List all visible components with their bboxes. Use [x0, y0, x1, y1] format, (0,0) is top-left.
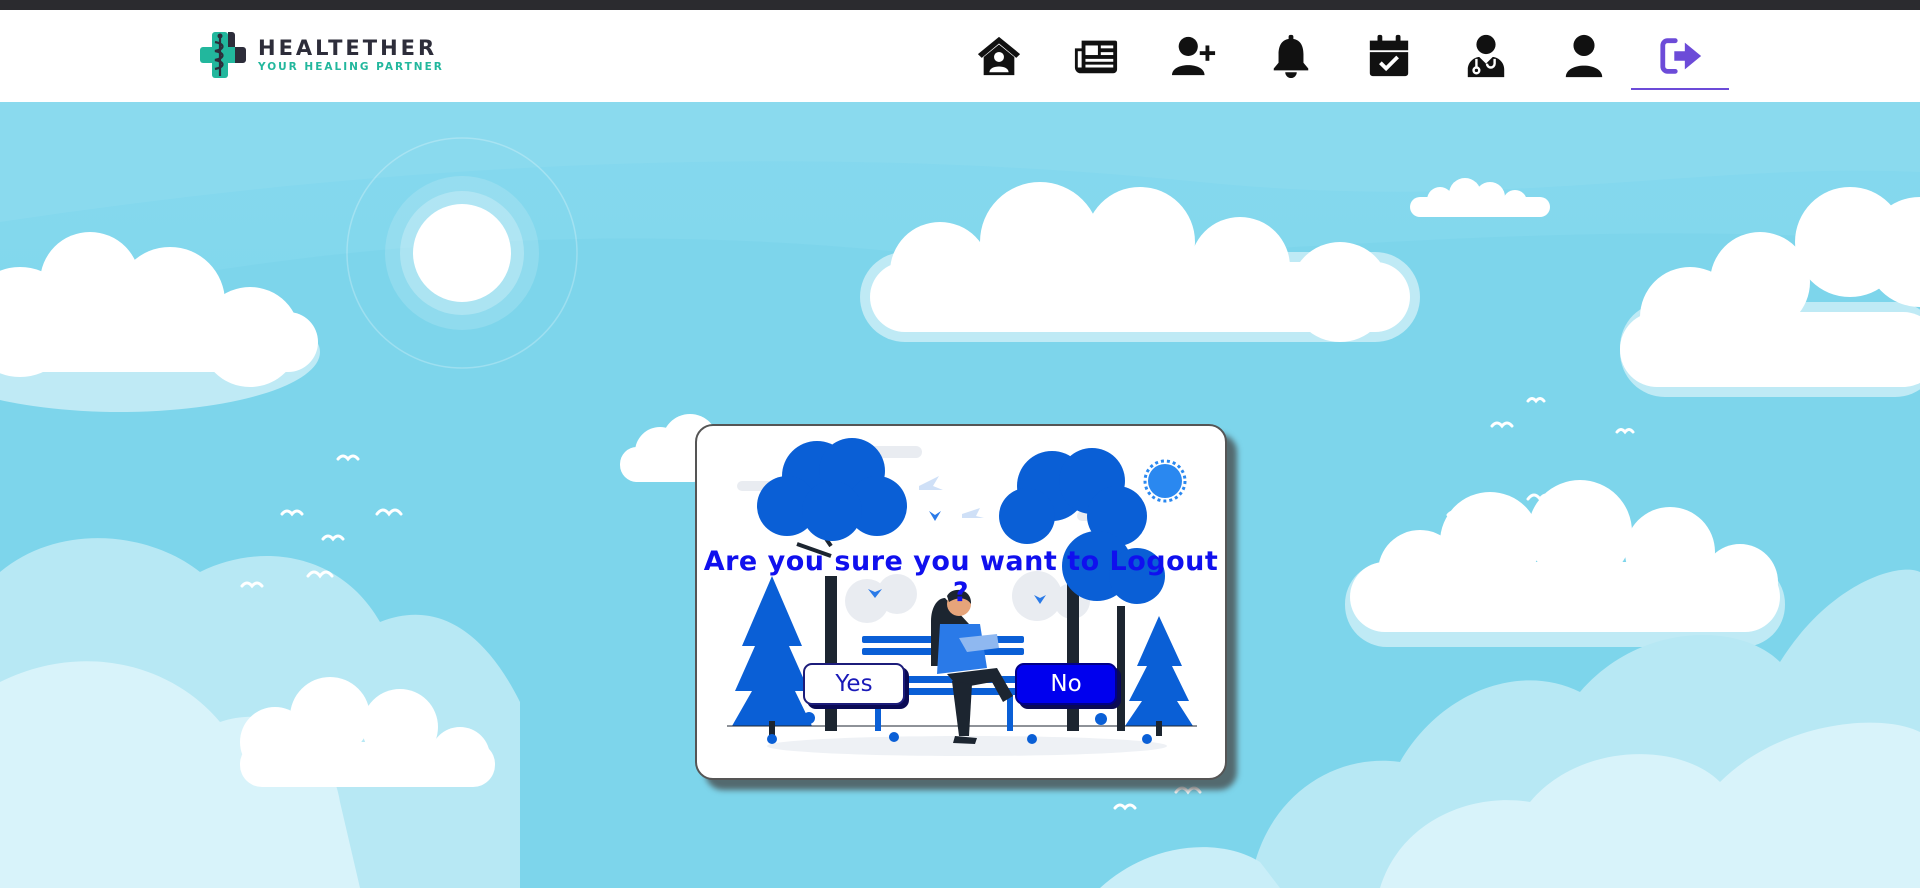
nav-add-user[interactable]: [1145, 10, 1243, 102]
nav-appointments[interactable]: [1340, 10, 1438, 102]
logout-dialog: Are you sure you want to Logout ? Yes No: [695, 424, 1227, 780]
brand-logo[interactable]: HEALTETHER YOUR HEALING PARTNER: [198, 25, 458, 85]
calendar-check-icon: [1369, 34, 1408, 77]
user-plus-icon: [1171, 36, 1215, 76]
nav-home[interactable]: [950, 10, 1048, 102]
background-sky: Are you sure you want to Logout ? Yes No: [0, 102, 1920, 888]
logout-confirm-message: Are you sure you want to Logout ?: [703, 546, 1219, 608]
app-header: HEALTETHER YOUR HEALING PARTNER: [0, 10, 1920, 102]
doctor-icon: [1468, 34, 1505, 78]
main-nav: [950, 10, 1730, 102]
nav-doctor[interactable]: [1438, 10, 1536, 102]
nav-news[interactable]: [1048, 10, 1146, 102]
yes-button[interactable]: Yes: [803, 663, 905, 705]
caduceus-cross-icon: [198, 30, 248, 80]
nav-notifications[interactable]: [1243, 10, 1341, 102]
nav-profile[interactable]: [1535, 10, 1633, 102]
bell-icon: [1274, 34, 1309, 79]
nav-active-indicator: [1631, 88, 1729, 90]
no-button[interactable]: No: [1015, 663, 1117, 705]
sign-out-icon: [1660, 38, 1702, 74]
brand-tagline: YOUR HEALING PARTNER: [258, 61, 444, 73]
brand-name: HEALTETHER: [258, 36, 438, 60]
newspaper-icon: [1075, 40, 1118, 74]
top-strip: [0, 0, 1920, 10]
user-icon: [1565, 34, 1602, 78]
home-user-icon: [977, 36, 1020, 76]
